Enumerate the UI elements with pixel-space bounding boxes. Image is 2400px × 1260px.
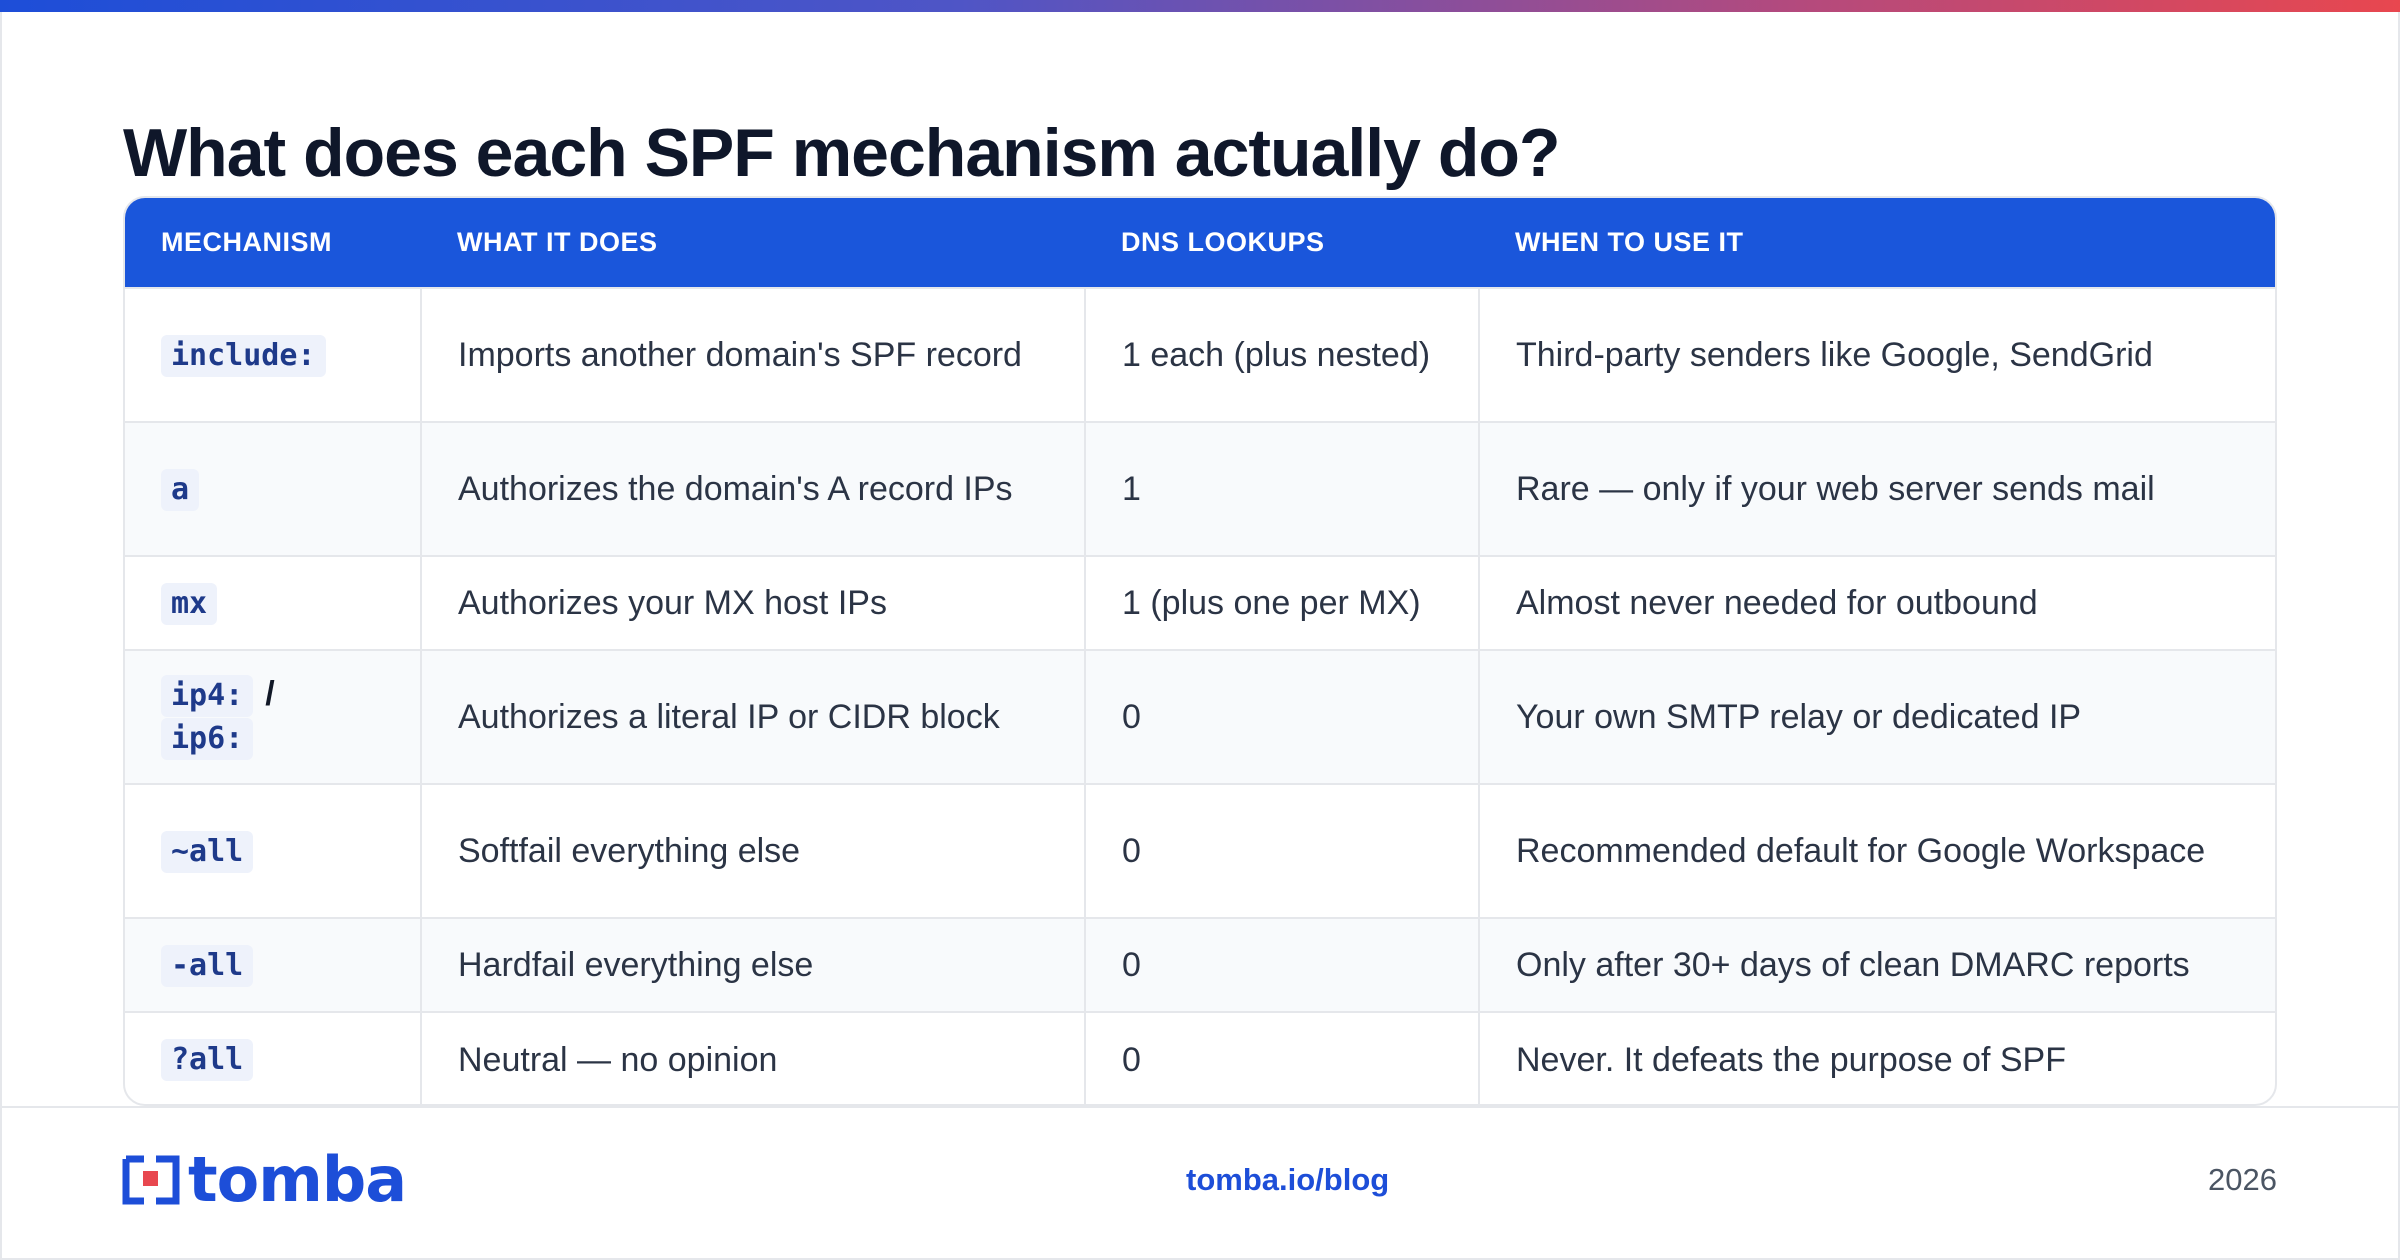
does-cell: Neutral — no opinion — [421, 1011, 1086, 1104]
page-title: What does each SPF mechanism actually do… — [123, 115, 1561, 191]
tomba-logo-icon — [122, 1155, 180, 1205]
mechanism-code: ~all — [161, 830, 254, 873]
table-row: ip4: / ip6: Authorizes a literal IP or CI… — [125, 649, 2275, 784]
mechanism-cell: a — [125, 421, 422, 556]
table-header-row: MECHANISM WHAT IT DOES DNS LOOKUPS WHEN … — [125, 198, 2275, 288]
footer-year: 2026 — [2208, 1162, 2277, 1197]
when-cell: Never. It defeats the purpose of SPF — [1479, 1011, 2275, 1104]
mechanism-cell: ip4: / ip6: — [125, 649, 422, 784]
mechanism-code-secondary: ip6: — [161, 718, 254, 760]
mechanism-cell: ?all — [125, 1011, 422, 1104]
mechanism-code: include: — [161, 334, 326, 377]
mechanism-cell: ~all — [125, 783, 422, 918]
logo-wordmark: tomba — [188, 1143, 407, 1216]
does-cell: Hardfail everything else — [421, 917, 1086, 1012]
when-cell: Almost never needed for outbound — [1479, 555, 2275, 650]
table-row: mx Authorizes your MX host IPs 1 (plus o… — [125, 555, 2275, 650]
table-row: a Authorizes the domain's A record IPs 1… — [125, 421, 2275, 556]
when-cell: Rare — only if your web server sends mai… — [1479, 421, 2275, 556]
lookups-cell: 1 (plus one per MX) — [1085, 555, 1480, 650]
lookups-cell: 0 — [1085, 917, 1480, 1012]
header-when-to-use: WHEN TO USE IT — [1515, 227, 1744, 257]
mechanism-cell: include: — [125, 287, 422, 422]
header-mechanism: MECHANISM — [161, 227, 332, 257]
mechanism-separator: / — [265, 675, 275, 713]
tomba-logo: tomba — [122, 1143, 407, 1216]
does-cell: Authorizes the domain's A record IPs — [421, 421, 1086, 556]
lookups-cell: 0 — [1085, 1011, 1480, 1104]
table-row: include: Imports another domain's SPF re… — [125, 287, 2275, 422]
lookups-cell: 1 each (plus nested) — [1085, 287, 1480, 422]
when-cell: Recommended default for Google Workspace — [1479, 783, 2275, 918]
header-dns-lookups: DNS LOOKUPS — [1121, 227, 1325, 257]
does-cell: Imports another domain's SPF record — [421, 287, 1086, 422]
header-what-it-does: WHAT IT DOES — [457, 227, 658, 257]
spf-mechanism-table: MECHANISM WHAT IT DOES DNS LOOKUPS WHEN … — [123, 196, 2277, 1106]
mechanism-code: ?all — [161, 1039, 254, 1081]
when-cell: Your own SMTP relay or dedicated IP — [1479, 649, 2275, 784]
when-cell: Third-party senders like Google, SendGri… — [1479, 287, 2275, 422]
top-gradient-bar — [0, 0, 2400, 12]
table-row: -all Hardfail everything else 0 Only aft… — [125, 917, 2275, 1012]
table-row: ?all Neutral — no opinion 0 Never. It de… — [125, 1011, 2275, 1104]
mechanism-cell: -all — [125, 917, 422, 1012]
mechanism-cell: mx — [125, 555, 422, 650]
does-cell: Softfail everything else — [421, 783, 1086, 918]
when-cell: Only after 30+ days of clean DMARC repor… — [1479, 917, 2275, 1012]
lookups-cell: 1 — [1085, 421, 1480, 556]
lookups-cell: 0 — [1085, 649, 1480, 784]
does-cell: Authorizes your MX host IPs — [421, 555, 1086, 650]
mechanism-code: -all — [161, 944, 254, 987]
blog-link[interactable]: tomba.io/blog — [1186, 1162, 1389, 1198]
table-row: ~all Softfail everything else 0 Recommen… — [125, 783, 2275, 918]
mechanism-code: ip4: — [161, 675, 254, 717]
does-cell: Authorizes a literal IP or CIDR block — [421, 649, 1086, 784]
lookups-cell: 0 — [1085, 783, 1480, 918]
footer-divider — [0, 1106, 2400, 1108]
mechanism-code: mx — [161, 582, 218, 625]
mechanism-code: a — [161, 468, 200, 511]
